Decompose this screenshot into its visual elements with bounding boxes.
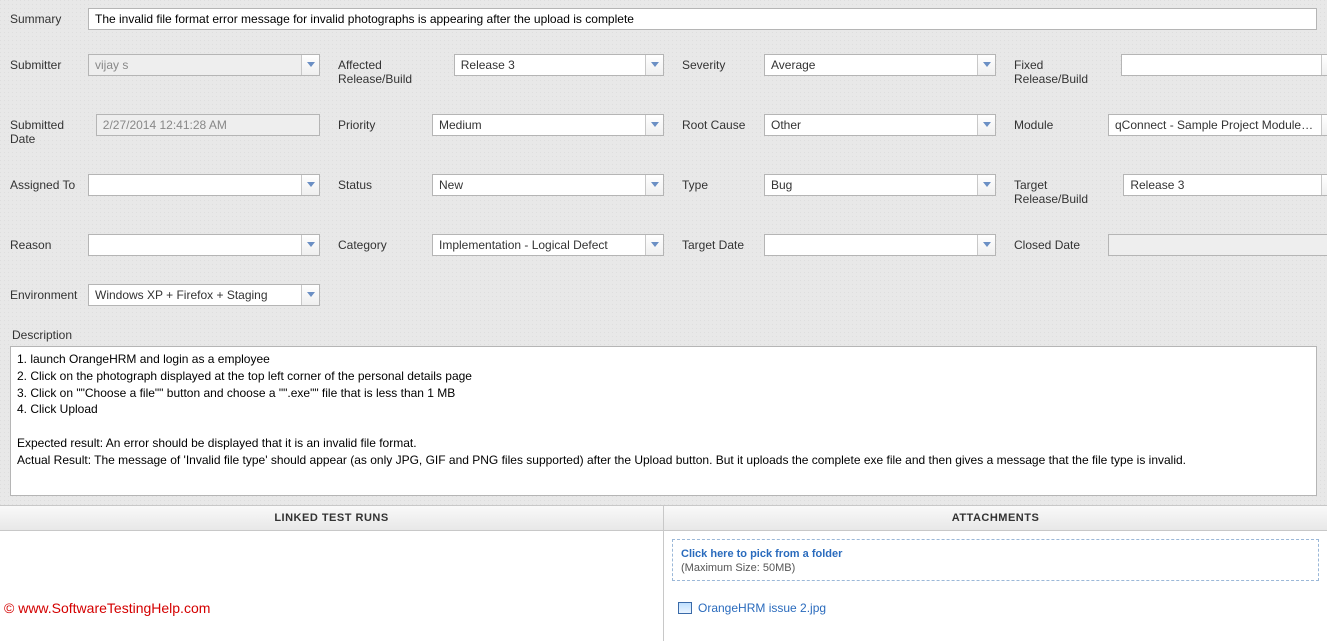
affected-release-label: Affected Release/Build <box>338 54 454 86</box>
target-release-label: Target Release/Build <box>1014 174 1123 206</box>
reason-combo[interactable] <box>88 234 320 256</box>
category-label: Category <box>338 234 432 252</box>
image-file-icon <box>678 602 692 614</box>
chevron-down-icon[interactable] <box>1321 55 1327 75</box>
chevron-down-icon[interactable] <box>301 285 319 305</box>
fixed-release-value <box>1122 55 1321 75</box>
summary-label: Summary <box>10 8 88 26</box>
chevron-down-icon[interactable] <box>645 55 663 75</box>
linked-test-runs-body <box>0 531 663 641</box>
severity-label: Severity <box>682 54 764 72</box>
chevron-down-icon[interactable] <box>977 235 995 255</box>
target-date-combo[interactable] <box>764 234 996 256</box>
module-value: qConnect - Sample Project Module root <box>1109 115 1321 135</box>
environment-label: Environment <box>10 284 88 302</box>
target-date-label: Target Date <box>682 234 764 252</box>
chevron-down-icon[interactable] <box>977 55 995 75</box>
description-textarea[interactable] <box>10 346 1317 496</box>
environment-combo[interactable]: Windows XP + Firefox + Staging <box>88 284 320 306</box>
chevron-down-icon[interactable] <box>977 115 995 135</box>
chevron-down-icon[interactable] <box>645 175 663 195</box>
root-cause-value: Other <box>765 115 977 135</box>
severity-combo[interactable]: Average <box>764 54 996 76</box>
reason-value <box>89 235 301 255</box>
summary-input[interactable] <box>88 8 1317 30</box>
attachments-header: ATTACHMENTS <box>664 506 1327 531</box>
affected-release-value: Release 3 <box>455 55 645 75</box>
description-label: Description <box>10 324 1317 346</box>
status-combo[interactable]: New <box>432 174 664 196</box>
type-value: Bug <box>765 175 977 195</box>
target-release-combo[interactable]: Release 3 <box>1123 174 1327 196</box>
submitter-combo: vijay s <box>88 54 320 76</box>
module-combo[interactable]: qConnect - Sample Project Module root <box>1108 114 1327 136</box>
pick-from-folder-link[interactable]: Click here to pick from a folder <box>681 548 842 560</box>
environment-value: Windows XP + Firefox + Staging <box>89 285 301 305</box>
fixed-release-label: Fixed Release/Build <box>1014 54 1121 86</box>
severity-value: Average <box>765 55 977 75</box>
priority-value: Medium <box>433 115 645 135</box>
assigned-to-combo[interactable] <box>88 174 320 196</box>
reason-label: Reason <box>10 234 88 252</box>
root-cause-label: Root Cause <box>682 114 764 132</box>
linked-test-runs-header: LINKED TEST RUNS <box>0 506 663 531</box>
assigned-to-label: Assigned To <box>10 174 88 192</box>
chevron-down-icon[interactable] <box>301 175 319 195</box>
priority-label: Priority <box>338 114 432 132</box>
root-cause-combo[interactable]: Other <box>764 114 996 136</box>
assigned-to-value <box>89 175 301 195</box>
attachments-panel: ATTACHMENTS Click here to pick from a fo… <box>664 506 1327 641</box>
chevron-down-icon[interactable] <box>977 175 995 195</box>
submitter-label: Submitter <box>10 54 88 72</box>
closed-date-input <box>1108 234 1327 256</box>
linked-test-runs-panel: LINKED TEST RUNS <box>0 506 664 641</box>
chevron-down-icon[interactable] <box>645 235 663 255</box>
status-value: New <box>433 175 645 195</box>
chevron-down-icon <box>301 55 319 75</box>
attachment-item[interactable]: OrangeHRM issue 2.jpg <box>672 599 1319 617</box>
closed-date-label: Closed Date <box>1014 234 1108 252</box>
category-value: Implementation - Logical Defect <box>433 235 645 255</box>
target-release-value: Release 3 <box>1124 175 1321 195</box>
attachment-dropzone[interactable]: Click here to pick from a folder (Maximu… <box>672 539 1319 581</box>
status-label: Status <box>338 174 432 192</box>
category-combo[interactable]: Implementation - Logical Defect <box>432 234 664 256</box>
type-combo[interactable]: Bug <box>764 174 996 196</box>
module-label: Module <box>1014 114 1108 132</box>
target-date-value <box>765 235 977 255</box>
submitter-value: vijay s <box>89 55 301 75</box>
watermark-text: © www.SoftwareTestingHelp.com <box>4 600 210 616</box>
attachment-link[interactable]: OrangeHRM issue 2.jpg <box>698 601 826 615</box>
affected-release-combo[interactable]: Release 3 <box>454 54 664 76</box>
chevron-down-icon[interactable] <box>301 235 319 255</box>
submitted-date-input <box>96 114 320 136</box>
max-size-text: (Maximum Size: 50MB) <box>681 562 795 574</box>
chevron-down-icon[interactable] <box>645 115 663 135</box>
submitted-date-label: Submitted Date <box>10 114 96 146</box>
fixed-release-combo[interactable] <box>1121 54 1327 76</box>
chevron-down-icon[interactable] <box>1321 175 1327 195</box>
priority-combo[interactable]: Medium <box>432 114 664 136</box>
chevron-down-icon[interactable] <box>1321 115 1327 135</box>
type-label: Type <box>682 174 764 192</box>
